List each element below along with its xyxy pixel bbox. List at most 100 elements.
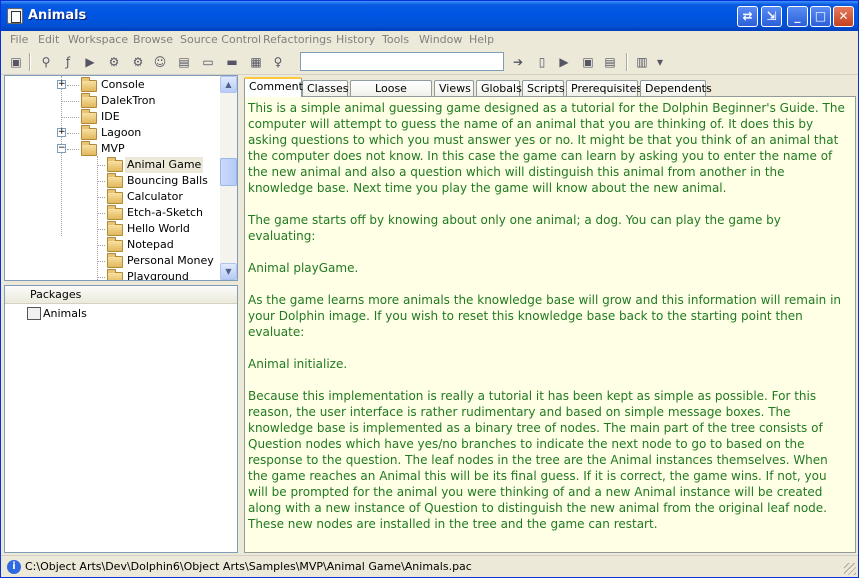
comment-text: This is a simple animal guessing game de… — [248, 100, 848, 548]
status-bar: i C:\Object Arts\Dev\Dolphin6\Object Art… — [1, 555, 858, 577]
close-button[interactable]: ✕ — [833, 6, 854, 27]
comment-editor[interactable]: This is a simple animal guessing game de… — [244, 96, 856, 553]
comment-paragraph: Animal initialize. — [248, 357, 348, 371]
users-icon[interactable]: ☺ — [151, 53, 169, 71]
tree-item-label: Bouncing Balls — [127, 174, 208, 187]
menu-refactorings[interactable]: Refactorings — [263, 33, 332, 46]
tree-item-label: Hello World — [127, 222, 190, 235]
display-icon[interactable]: ▥ — [633, 53, 651, 71]
go-arrow-icon[interactable]: ➔ — [509, 53, 527, 71]
tree-item-label: Playground — [127, 270, 189, 281]
folder-icon — [81, 125, 97, 140]
tab-views[interactable]: Views — [434, 80, 474, 97]
scroll-down-icon[interactable]: ▼ — [220, 263, 237, 280]
pin-icon[interactable]: ⇲ — [761, 6, 782, 27]
tab-prerequisites[interactable]: Prerequisites — [566, 80, 642, 97]
folder-icon — [107, 205, 123, 220]
new-document-icon[interactable]: ▯ — [533, 53, 551, 71]
title-bar[interactable]: Animals ⇄ ⇲ _ □ ✕ — [1, 1, 858, 31]
run-icon[interactable]: ▶ — [81, 53, 99, 71]
folder-icon — [107, 173, 123, 188]
tree-item-label: Console — [101, 78, 145, 91]
menu-help[interactable]: Help — [469, 33, 494, 46]
pin-tool-icon[interactable]: ♀ — [269, 53, 287, 71]
folder-icon — [107, 221, 123, 236]
tree-item-label: Calculator — [127, 190, 183, 203]
window-title: Animals — [28, 8, 87, 23]
menu-history[interactable]: History — [336, 33, 375, 46]
tab-globals[interactable]: Globals — [476, 80, 522, 97]
toggle-icon[interactable]: ⇄ — [737, 6, 758, 27]
tree-scrollbar[interactable]: ▲ ▼ — [220, 76, 237, 280]
tab-dependents[interactable]: Dependents — [640, 80, 712, 97]
comment-paragraph: Because this implementation is really a … — [248, 389, 828, 531]
search-input[interactable] — [300, 52, 504, 71]
main-window: Animals ⇄ ⇲ _ □ ✕ File Edit Workspace Br… — [0, 0, 859, 578]
workspace-icon[interactable]: ▬ — [223, 53, 241, 71]
selector-icon[interactable]: ƒ — [59, 53, 77, 71]
settings-icon[interactable]: ⚙ — [129, 53, 147, 71]
tree-item-label: Lagoon — [101, 126, 142, 139]
menu-file[interactable]: File — [10, 33, 28, 46]
paste-icon[interactable]: ▦ — [247, 53, 265, 71]
gear-icon[interactable]: ⚙ — [105, 53, 123, 71]
package-tree[interactable]: + Console DalekTron IDE + Lagoon − MVP A… — [4, 75, 238, 281]
tree-item-label: Etch-a-Sketch — [127, 206, 204, 219]
toolbar: ▣ ⚲ ƒ ▶ ⚙ ⚙ ☺ ▤ ▭ ▬ ▦ ♀ ➔ ▯ ▶ ▣ ▤ ▥ ▾ — [1, 49, 858, 75]
menu-source-control[interactable]: Source Control — [180, 33, 261, 46]
minimize-button[interactable]: _ — [787, 6, 808, 27]
tree-item-label: MVP — [101, 142, 125, 155]
browser-icon[interactable]: ▣ — [7, 53, 25, 71]
tree-connector — [61, 76, 62, 236]
monitor-icon[interactable]: ▭ — [199, 53, 217, 71]
packages-header-label: Packages — [30, 288, 82, 301]
folder-icon — [81, 93, 97, 108]
folder-icon — [107, 189, 123, 204]
info-icon: i — [7, 560, 21, 574]
packages-list[interactable]: Packages Animals — [4, 285, 238, 553]
menu-browse[interactable]: Browse — [133, 33, 173, 46]
folder-icon — [81, 109, 97, 124]
save-icon[interactable]: ▣ — [579, 53, 597, 71]
lock-icon[interactable]: ⚲ — [37, 53, 55, 71]
folder-icon — [107, 269, 123, 280]
status-path: C:\Object Arts\Dev\Dolphin6\Object Arts\… — [25, 560, 472, 573]
tab-scripts[interactable]: Scripts — [522, 80, 565, 97]
comment-paragraph: Animal playGame. — [248, 261, 359, 275]
tree-item-label: Animal Game — [125, 157, 204, 173]
menu-tools[interactable]: Tools — [382, 33, 409, 46]
menu-workspace[interactable]: Workspace — [68, 33, 128, 46]
toolbar-separator — [29, 53, 31, 71]
packages-column-header[interactable]: Packages — [5, 286, 237, 304]
menu-window[interactable]: Window — [419, 33, 462, 46]
expand-icon[interactable]: + — [57, 80, 66, 89]
comment-paragraph: The game starts off by knowing about onl… — [248, 213, 781, 243]
tree-item-label: Personal Money — [127, 254, 214, 267]
tab-strip: Comment Classes Loose Methods Views Glob… — [244, 77, 856, 110]
resize-grip-icon[interactable] — [844, 563, 856, 575]
folder-icon — [81, 141, 97, 156]
collapse-icon[interactable]: − — [57, 144, 66, 153]
folder-icon — [81, 77, 97, 92]
folder-icon — [107, 253, 123, 268]
comment-paragraph: As the game learns more animals the know… — [248, 293, 842, 339]
clipboard-icon[interactable]: ▤ — [175, 53, 193, 71]
package-label: Animals — [43, 307, 87, 320]
tab-comment[interactable]: Comment — [244, 77, 303, 97]
chevron-down-icon[interactable]: ▾ — [651, 53, 669, 71]
folder-icon — [107, 237, 123, 252]
expand-icon[interactable]: + — [57, 128, 66, 137]
folder-icon — [107, 157, 123, 172]
menu-edit[interactable]: Edit — [38, 33, 59, 46]
tree-item-label: DalekTron — [101, 94, 156, 107]
tab-loose-methods[interactable]: Loose Methods — [350, 80, 432, 110]
scroll-up-icon[interactable]: ▲ — [220, 76, 237, 93]
tree-item-label: IDE — [101, 110, 120, 123]
app-icon — [7, 8, 23, 24]
open-icon[interactable]: ▶ — [555, 53, 573, 71]
package-icon — [27, 307, 41, 320]
tab-classes[interactable]: Classes — [302, 80, 348, 97]
properties-icon[interactable]: ▤ — [601, 53, 619, 71]
scroll-thumb[interactable] — [220, 158, 237, 186]
maximize-button[interactable]: □ — [810, 6, 831, 27]
